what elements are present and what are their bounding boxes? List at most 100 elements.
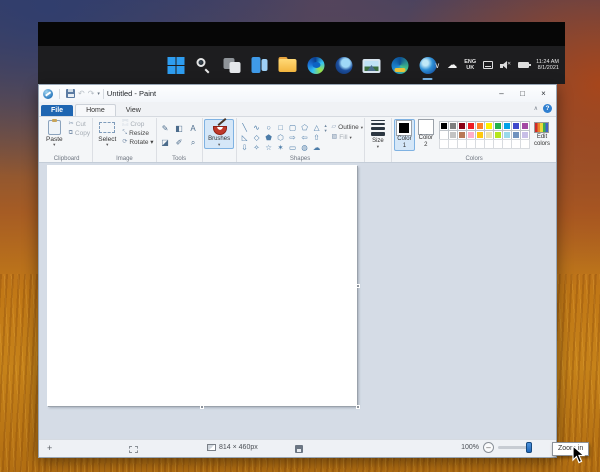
cut-button[interactable]: ✂ Cut bbox=[69, 121, 90, 128]
resize-handle-corner[interactable] bbox=[356, 405, 360, 409]
shape-arrow-up[interactable]: ⇧ bbox=[311, 132, 323, 142]
palette-swatch[interactable] bbox=[447, 121, 458, 131]
photos-button[interactable] bbox=[361, 50, 382, 80]
fill-with-color-tool[interactable]: ◧ bbox=[173, 122, 186, 135]
shape-six-point-star[interactable]: ✶ bbox=[275, 142, 287, 152]
shape-rectangle[interactable]: □ bbox=[275, 122, 287, 132]
touch-keyboard-icon[interactable] bbox=[483, 61, 494, 69]
close-button[interactable]: × bbox=[533, 86, 554, 101]
tray-chevron-icon[interactable]: ∨ bbox=[434, 61, 440, 70]
shape-oval-callout[interactable]: ◍ bbox=[299, 142, 311, 152]
select-button[interactable]: Select ▾ bbox=[95, 119, 119, 148]
palette-swatch-empty[interactable] bbox=[519, 139, 530, 149]
tab-view[interactable]: View bbox=[116, 105, 151, 117]
outline-button[interactable]: ▱ Outline ▾ bbox=[332, 124, 364, 131]
palette-swatch[interactable] bbox=[447, 130, 458, 140]
color1-button[interactable]: Color 1 bbox=[394, 119, 415, 151]
shape-diamond[interactable]: ◇ bbox=[251, 132, 263, 142]
shape-line[interactable]: ╲ bbox=[239, 122, 251, 132]
pencil-tool[interactable]: ✎ bbox=[159, 122, 172, 135]
shape-arrow-left[interactable]: ⇦ bbox=[299, 132, 311, 142]
zoom-slider[interactable] bbox=[498, 442, 532, 453]
palette-swatch[interactable] bbox=[492, 121, 503, 131]
paste-button[interactable]: Paste ▾ bbox=[43, 119, 66, 148]
shape-oval[interactable]: ○ bbox=[263, 122, 275, 132]
magnifier-tool[interactable]: ⌕ bbox=[187, 136, 200, 149]
edit-colors-button[interactable]: Edit colors bbox=[532, 119, 552, 148]
palette-swatch[interactable] bbox=[501, 121, 512, 131]
palette-swatch[interactable] bbox=[456, 121, 467, 131]
language-indicator[interactable]: ENG UK bbox=[464, 59, 476, 71]
size-button[interactable]: Size ▾ bbox=[368, 119, 388, 150]
palette-swatch-empty[interactable] bbox=[465, 139, 476, 149]
undo-icon[interactable]: ↶ bbox=[78, 89, 85, 98]
edge-button[interactable] bbox=[305, 50, 326, 80]
brushes-button[interactable]: Brushes ▾ bbox=[204, 119, 235, 149]
shape-triangle[interactable]: △ bbox=[311, 122, 323, 132]
palette-swatch[interactable] bbox=[519, 121, 530, 131]
palette-swatch-empty[interactable] bbox=[483, 139, 494, 149]
tab-home[interactable]: Home bbox=[75, 103, 116, 116]
shape-four-point-star[interactable]: ✧ bbox=[251, 142, 263, 152]
color-picker-tool[interactable]: ✐ bbox=[173, 136, 186, 149]
copy-button[interactable]: ⧉ Copy bbox=[69, 130, 90, 137]
palette-swatch-empty[interactable] bbox=[474, 139, 485, 149]
minimize-button[interactable]: – bbox=[491, 86, 512, 101]
resize-handle-bottom[interactable] bbox=[200, 405, 204, 409]
start-button[interactable] bbox=[165, 50, 186, 80]
battery-icon[interactable] bbox=[518, 62, 532, 68]
palette-swatch[interactable] bbox=[438, 121, 449, 131]
palette-swatch-empty[interactable] bbox=[510, 139, 521, 149]
palette-swatch-empty[interactable] bbox=[456, 139, 467, 149]
drawing-canvas[interactable] bbox=[47, 165, 360, 409]
shape-polygon[interactable]: ⬠ bbox=[299, 122, 311, 132]
store-button[interactable] bbox=[333, 50, 354, 80]
palette-swatch[interactable] bbox=[465, 130, 476, 140]
resize-button[interactable]: ⤡ Resize bbox=[122, 130, 153, 137]
shape-five-point-star[interactable]: ☆ bbox=[263, 142, 275, 152]
crop-button[interactable]: ⿴ Crop bbox=[122, 121, 153, 128]
palette-swatch[interactable] bbox=[474, 121, 485, 131]
shape-rect-callout[interactable]: ▭ bbox=[287, 142, 299, 152]
title-bar[interactable]: ↶ ↷ ▾ Untitled - Paint – □ × bbox=[39, 85, 556, 102]
shape-arrow-right[interactable]: ⇨ bbox=[287, 132, 299, 142]
palette-swatch-empty[interactable] bbox=[447, 139, 458, 149]
save-icon[interactable] bbox=[66, 89, 75, 98]
paint-app-icon[interactable] bbox=[43, 88, 53, 99]
palette-swatch[interactable] bbox=[438, 130, 449, 140]
zoom-out-button[interactable]: – bbox=[483, 442, 494, 453]
help-icon[interactable]: ? bbox=[543, 104, 552, 113]
zoom-slider-thumb[interactable] bbox=[526, 442, 532, 453]
palette-swatch[interactable] bbox=[456, 130, 467, 140]
palette-swatch[interactable] bbox=[501, 130, 512, 140]
eraser-tool[interactable]: ◪ bbox=[159, 136, 172, 149]
maximize-button[interactable]: □ bbox=[512, 86, 533, 101]
palette-swatch[interactable] bbox=[510, 121, 521, 131]
task-view-button[interactable] bbox=[221, 50, 242, 80]
palette-swatch[interactable] bbox=[519, 130, 530, 140]
palette-swatch[interactable] bbox=[492, 130, 503, 140]
shape-hexagon[interactable]: ⬡ bbox=[275, 132, 287, 142]
palette-swatch-empty[interactable] bbox=[438, 139, 449, 149]
shapes-scroll-down-icon[interactable]: ▼ bbox=[324, 128, 328, 133]
shape-arrow-down[interactable]: ⇩ bbox=[239, 142, 251, 152]
resize-handle-right[interactable] bbox=[356, 283, 360, 288]
text-tool[interactable]: A bbox=[187, 122, 200, 135]
rotate-button[interactable]: ⟳ Rotate ▾ bbox=[122, 139, 153, 146]
palette-swatch[interactable] bbox=[483, 130, 494, 140]
clock[interactable]: 11:24 AM 8/1/2021 bbox=[536, 59, 559, 72]
qat-dropdown-icon[interactable]: ▾ bbox=[97, 91, 100, 97]
tab-file[interactable]: File bbox=[41, 104, 74, 116]
file-explorer-button[interactable] bbox=[277, 50, 298, 80]
palette-swatch[interactable] bbox=[483, 121, 494, 131]
palette-swatch-empty[interactable] bbox=[501, 139, 512, 149]
shape-rounded-rectangle[interactable]: ▢ bbox=[287, 122, 299, 132]
edge-beta-button[interactable] bbox=[389, 50, 410, 80]
shape-right-triangle[interactable]: ◺ bbox=[239, 132, 251, 142]
widgets-button[interactable] bbox=[249, 50, 270, 80]
palette-swatch[interactable] bbox=[474, 130, 485, 140]
shape-curve[interactable]: ∿ bbox=[251, 122, 263, 132]
onedrive-cloud-icon[interactable]: ☁ bbox=[447, 60, 457, 71]
color2-button[interactable]: Color 2 bbox=[417, 119, 435, 149]
collapse-ribbon-icon[interactable]: ∧ bbox=[534, 105, 538, 112]
